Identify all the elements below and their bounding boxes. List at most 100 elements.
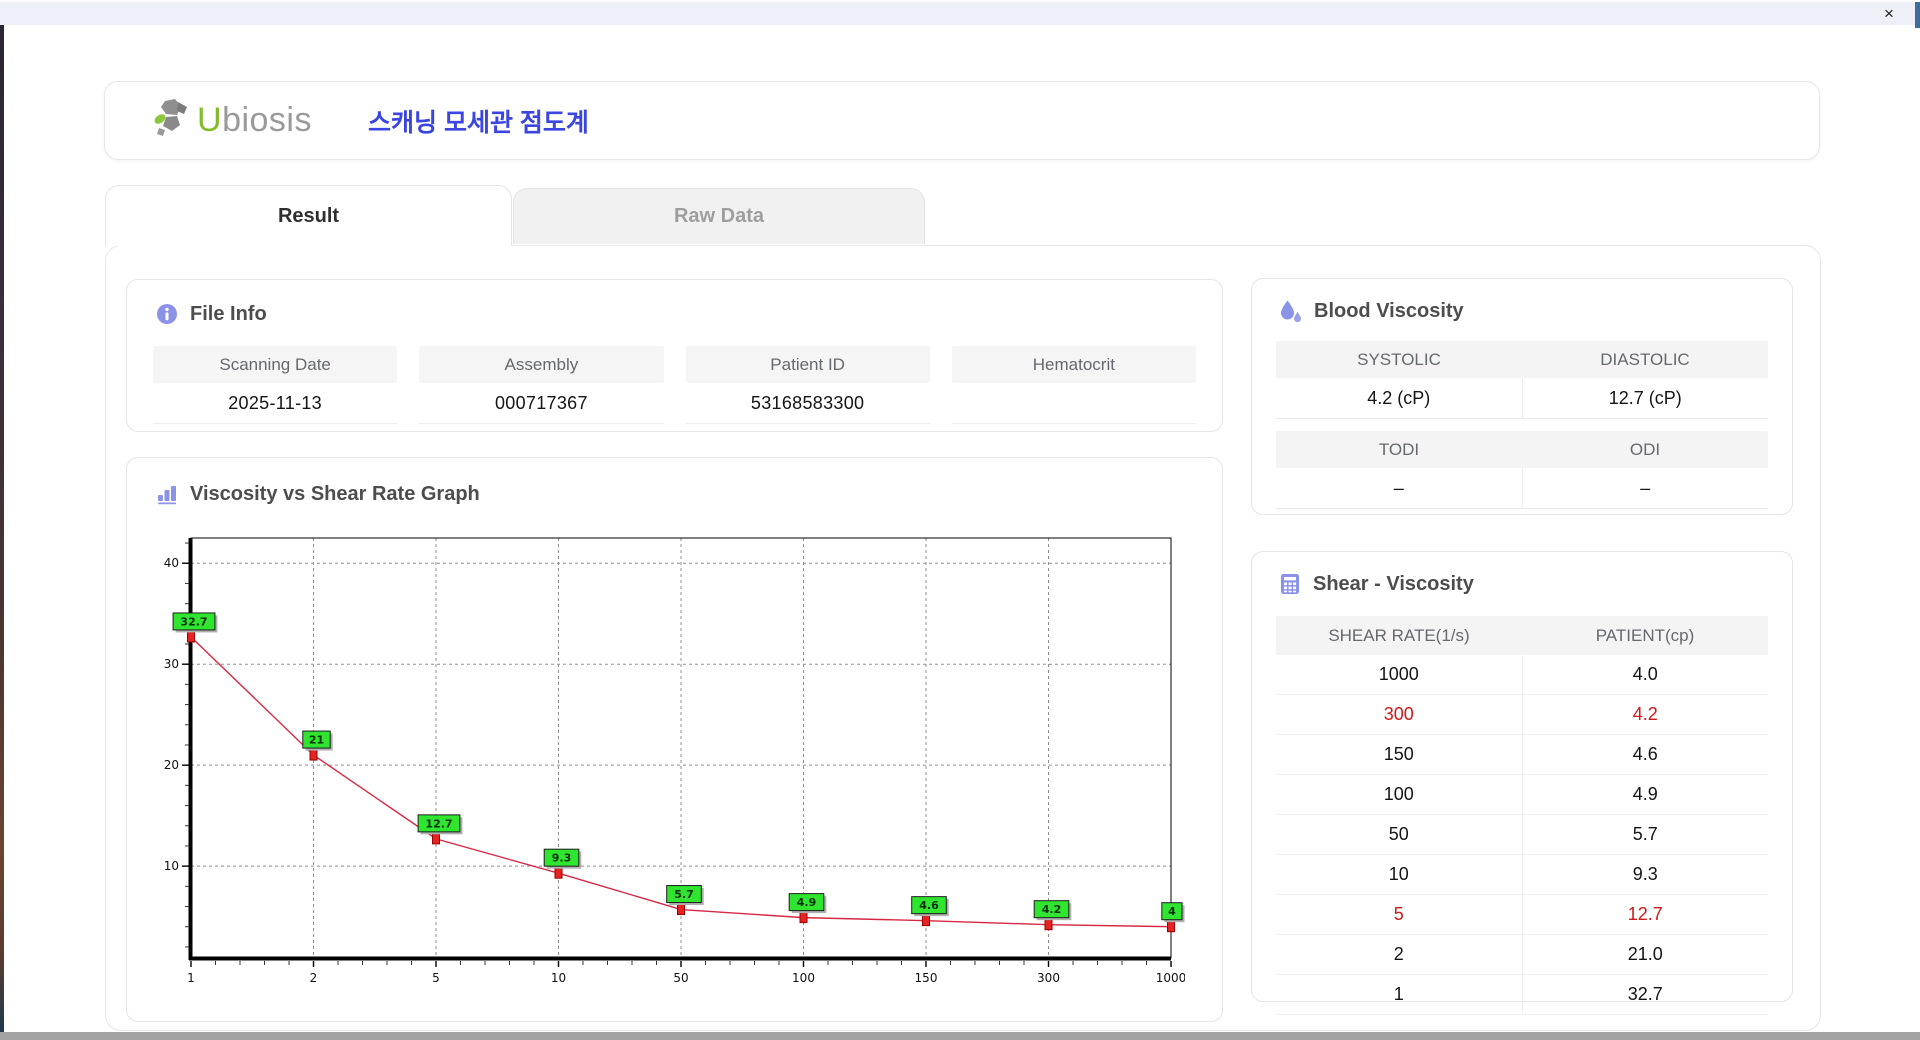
table-row: 50 5.7 [1276, 814, 1768, 855]
patient-cell: 4.9 [1522, 774, 1768, 815]
field-label: Assembly [419, 346, 664, 383]
patient-cell: 4.6 [1522, 734, 1768, 775]
viscosity-chart: 1 2 5 10 50 100 150 300 1000 10 20 30 40 32.7 21 12.7 9.… [164, 537, 1186, 985]
svg-text:10: 10 [551, 971, 566, 985]
svg-text:300: 300 [1037, 971, 1060, 985]
systolic-label: SYSTOLIC [1357, 349, 1441, 369]
close-button[interactable]: × [1878, 4, 1900, 24]
bv-header-row-2: TODI ODI [1276, 431, 1768, 468]
field-value: 2025-11-13 [153, 383, 398, 424]
table-row: 2 21.0 [1276, 934, 1768, 975]
tab-raw-data[interactable]: Raw Data [513, 188, 925, 244]
shear-rate-cell: 5 [1276, 894, 1523, 935]
svg-text:4.9: 4.9 [797, 896, 817, 909]
patient-cell: 12.7 [1522, 894, 1768, 935]
odi-value: – [1640, 477, 1651, 498]
svg-text:30: 30 [164, 657, 179, 671]
field-assembly: Assembly 000717367 [419, 346, 664, 424]
file-info-card: File Info Scanning Date 2025-11-13 Assem… [126, 279, 1223, 432]
file-info-title-row: File Info [155, 302, 267, 326]
bv-value-row-2: – – [1276, 468, 1768, 509]
field-label: Patient ID [685, 346, 930, 383]
svg-text:5.7: 5.7 [674, 888, 694, 901]
bv-header-row-1: SYSTOLIC DIASTOLIC [1276, 341, 1768, 378]
blood-viscosity-card: Blood Viscosity SYSTOLIC DIASTOLIC 4.2 (… [1251, 278, 1793, 515]
window-edge-right [1915, 2, 1920, 28]
field-label: Scanning Date [153, 346, 398, 383]
patient-cell: 9.3 [1522, 854, 1768, 895]
shear-viscosity-title-row: Shear - Viscosity [1278, 572, 1474, 596]
shear-rate-column-header: SHEAR RATE(1/s) [1276, 616, 1522, 655]
ubiosis-logo: Ubiosis [151, 97, 312, 144]
svg-text:32.7: 32.7 [180, 615, 207, 628]
field-scanning-date: Scanning Date 2025-11-13 [153, 346, 398, 424]
logo-text-biosis: biosis [222, 101, 312, 139]
patient-column-header: PATIENT(cp) [1522, 616, 1768, 655]
table-row: 150 4.6 [1276, 734, 1768, 775]
droplets-icon [1278, 299, 1303, 324]
bar-chart-icon [155, 482, 179, 506]
shear-rate-cell: 300 [1276, 694, 1523, 735]
desktop-edge-left [0, 25, 4, 1032]
svg-text:12.7: 12.7 [425, 817, 452, 830]
diastolic-value: 12.7 (cP) [1608, 387, 1682, 408]
header-card: Ubiosis 스캐닝 모세관 점도계 [104, 81, 1820, 160]
svg-text:4: 4 [1168, 905, 1176, 918]
shear-rate-cell: 150 [1276, 734, 1523, 775]
todi-value: – [1276, 468, 1523, 508]
svg-text:4.6: 4.6 [919, 899, 939, 912]
patient-cell: 21.0 [1522, 934, 1768, 975]
table-row: 1 32.7 [1276, 974, 1768, 1015]
field-value [951, 383, 1196, 424]
svg-text:2: 2 [310, 971, 318, 985]
info-icon [155, 302, 179, 326]
svg-text:1: 1 [187, 971, 195, 985]
ubiosis-logo-icon [151, 97, 197, 144]
shear-rate-cell: 1000 [1276, 655, 1523, 695]
app-title: 스캐닝 모세관 점도계 [368, 108, 589, 137]
field-value: 000717367 [419, 383, 664, 424]
blood-viscosity-title: Blood Viscosity [1314, 300, 1464, 322]
svg-text:150: 150 [915, 971, 938, 985]
shear-rate-cell: 100 [1276, 774, 1523, 815]
field-value: 53168583300 [685, 383, 930, 424]
svg-text:100: 100 [792, 971, 815, 985]
diastolic-label: DIASTOLIC [1600, 349, 1690, 369]
shear-viscosity-table: SHEAR RATE(1/s) PATIENT(cp) 1000 4.0 300 4.… [1276, 616, 1768, 1015]
graph-title-row: Viscosity vs Shear Rate Graph [155, 482, 480, 506]
file-info-title: File Info [190, 302, 267, 325]
svg-text:21: 21 [309, 734, 324, 747]
shear-rate-cell: 50 [1276, 814, 1523, 855]
file-info-fields: Scanning Date 2025-11-13 Assembly 000717… [153, 346, 1196, 424]
svg-text:50: 50 [673, 971, 688, 985]
shear-viscosity-title: Shear - Viscosity [1313, 572, 1474, 595]
tab-result[interactable]: Result [105, 185, 512, 246]
field-patient-id: Patient ID 53168583300 [685, 346, 930, 424]
table-header-row: SHEAR RATE(1/s) PATIENT(cp) [1276, 616, 1768, 655]
svg-text:4.2: 4.2 [1042, 903, 1062, 916]
patient-cell: 4.0 [1522, 655, 1768, 695]
svg-text:40: 40 [164, 556, 179, 570]
svg-text:20: 20 [164, 758, 179, 772]
blood-viscosity-title-row: Blood Viscosity [1278, 299, 1464, 324]
table-row: 5 12.7 [1276, 894, 1768, 935]
patient-cell: 32.7 [1522, 974, 1768, 1015]
field-hematocrit: Hematocrit [951, 346, 1196, 424]
svg-text:5: 5 [432, 971, 440, 985]
field-label: Hematocrit [951, 346, 1196, 383]
svg-text:10: 10 [164, 859, 179, 873]
shear-rate-cell: 2 [1276, 934, 1523, 975]
patient-cell: 5.7 [1522, 814, 1768, 855]
calculator-icon [1278, 572, 1302, 596]
shear-rate-cell: 10 [1276, 854, 1523, 895]
odi-label: ODI [1629, 439, 1661, 459]
table-row: 100 4.9 [1276, 774, 1768, 815]
logo-text-u: U [197, 101, 223, 139]
svg-text:9.3: 9.3 [552, 852, 572, 865]
table-row: 1000 4.0 [1276, 655, 1768, 695]
svg-text:1000: 1000 [1156, 971, 1185, 985]
viscosity-chart-container: 1 2 5 10 50 100 150 300 1000 10 20 30 40 32.7 21 12.7 9.… [163, 530, 1186, 1003]
graph-card: Viscosity vs Shear Rate Graph 1 2 5 10 50 100… [126, 457, 1223, 1022]
table-row: 10 9.3 [1276, 854, 1768, 895]
window-titlebar: × [0, 0, 1920, 28]
